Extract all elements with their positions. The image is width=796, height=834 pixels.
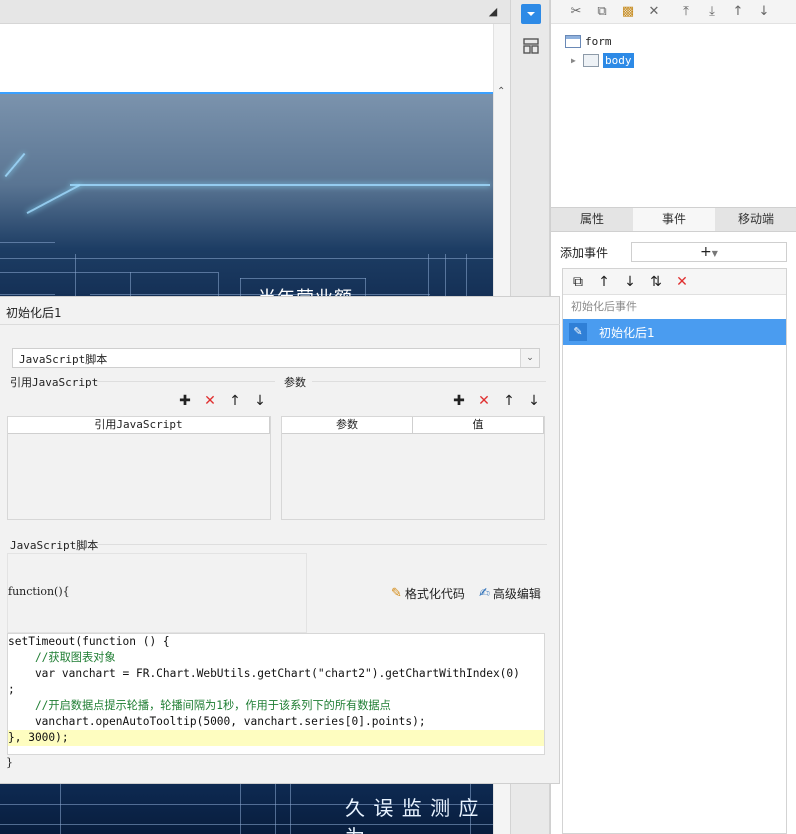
ref-js-table[interactable]: 引用JavaScript bbox=[7, 416, 271, 520]
structure-tree: form ▶ body bbox=[551, 24, 796, 204]
params-toolbar: ✚ ✕ ↑ ↓ bbox=[450, 392, 543, 410]
expand-arrow-icon[interactable]: ▶ bbox=[571, 56, 579, 65]
event-group-label: 初始化后事件 bbox=[571, 300, 637, 313]
pencil-icon[interactable]: ✎ bbox=[569, 323, 587, 341]
structure-toolbar: ✂ ⧉ ▩ ✕ ⤒ ⤓ ↑ ↓ bbox=[551, 0, 796, 24]
function-signature: function(){ bbox=[8, 585, 70, 598]
event-editor-dialog: 初始化后1 JavaScript脚本 ⌄ 引用JavaScript 参数 ✚ ✕… bbox=[0, 296, 560, 784]
event-item[interactable]: ✎ 初始化后1 bbox=[563, 319, 786, 345]
layout-icon[interactable] bbox=[521, 36, 541, 56]
plus-icon: + bbox=[700, 244, 712, 260]
tree-node-body[interactable]: ▶ body bbox=[571, 51, 634, 69]
format-code-button[interactable]: ✎ 格式化代码 bbox=[391, 585, 465, 602]
dropdown-widget-icon[interactable] bbox=[521, 4, 541, 24]
script-label: JavaScript脚本 bbox=[10, 539, 99, 552]
move-down-icon[interactable]: ↓ bbox=[525, 392, 543, 410]
advanced-edit-label: 高级编辑 bbox=[492, 587, 541, 601]
divider bbox=[312, 381, 546, 382]
canvas-top-bar: ◢ bbox=[0, 0, 510, 24]
function-close: } bbox=[6, 756, 13, 769]
params-label: 参数 bbox=[284, 376, 306, 389]
delete-icon[interactable]: ✕ bbox=[475, 392, 493, 410]
copy-icon[interactable]: ⧉ bbox=[569, 273, 587, 291]
event-list-panel: ⧉ ↑ ↓ ⇅ ✕ 初始化后事件 ✎ 初始化后1 bbox=[562, 268, 787, 834]
code-text: var vanchart = FR.Chart.WebUtils.getChar… bbox=[8, 667, 520, 680]
move-up-icon[interactable]: ↑ bbox=[595, 273, 613, 291]
move-down-icon[interactable]: ↓ bbox=[755, 3, 773, 21]
column-header: 参数 bbox=[282, 417, 413, 433]
edit-icon: ✍ bbox=[479, 586, 490, 601]
event-type-value: JavaScript脚本 bbox=[19, 353, 108, 366]
move-top-icon[interactable]: ⤒ bbox=[677, 3, 695, 21]
tree-node-form[interactable]: form bbox=[565, 32, 612, 50]
code-line: setTimeout(function () { bbox=[8, 634, 544, 650]
code-line: //开启数据点提示轮播，轮播间隔为1秒，作用于该系列下的所有数据点 bbox=[8, 698, 544, 714]
code-line: vanchart.openAutoTooltip(5000, vanchart.… bbox=[8, 714, 544, 730]
sort-icon[interactable]: ⇅ bbox=[647, 273, 665, 291]
add-event-button[interactable]: +▼ bbox=[631, 242, 787, 262]
tab-events[interactable]: 事件 bbox=[633, 208, 715, 231]
add-event-row: 添加事件 +▼ bbox=[551, 240, 796, 264]
cut-icon[interactable]: ✂ bbox=[567, 3, 585, 21]
chevron-down-icon[interactable]: ⌄ bbox=[520, 349, 539, 367]
form-icon bbox=[565, 34, 581, 48]
code-text: vanchart.openAutoTooltip(5000, vanchart.… bbox=[8, 715, 426, 728]
tab-mobile[interactable]: 移动端 bbox=[715, 208, 796, 231]
column-header: 引用JavaScript bbox=[8, 417, 270, 433]
divider bbox=[95, 381, 275, 382]
code-line: var vanchart = FR.Chart.WebUtils.getChar… bbox=[8, 666, 544, 682]
property-tabs: 属性 事件 移动端 bbox=[551, 207, 796, 232]
event-item-label: 初始化后1 bbox=[599, 325, 655, 340]
event-toolbar: ⧉ ↑ ↓ ⇅ ✕ bbox=[563, 269, 786, 295]
brush-icon: ✎ bbox=[391, 586, 402, 601]
move-bottom-icon[interactable]: ⤓ bbox=[703, 3, 721, 21]
copy-icon[interactable]: ⧉ bbox=[593, 3, 611, 21]
add-icon[interactable]: ✚ bbox=[450, 392, 468, 410]
divider bbox=[0, 324, 560, 325]
move-up-icon[interactable]: ↑ bbox=[500, 392, 518, 410]
code-text: //获取图表对象 bbox=[8, 651, 116, 664]
ref-js-label: 引用JavaScript bbox=[10, 376, 99, 389]
dashboard-bottom-text: 久 误 监 测 应 为 bbox=[345, 796, 480, 834]
format-code-label: 格式化代码 bbox=[404, 587, 465, 601]
event-type-select[interactable]: JavaScript脚本 ⌄ bbox=[12, 348, 540, 368]
code-text: }, 3000); bbox=[8, 731, 69, 744]
delete-icon[interactable]: ✕ bbox=[673, 273, 691, 291]
code-editor[interactable]: setTimeout(function () { //获取图表对象 var va… bbox=[7, 633, 545, 755]
params-table[interactable]: 参数 值 bbox=[281, 416, 545, 520]
paste-icon[interactable]: ▩ bbox=[619, 3, 637, 21]
tree-node-label: form bbox=[585, 34, 612, 48]
code-text: //开启数据点提示轮播，轮播间隔为1秒，作用于该系列下的所有数据点 bbox=[8, 699, 391, 712]
add-event-label: 添加事件 bbox=[560, 246, 609, 260]
scroll-up-icon[interactable]: ⌃ bbox=[497, 86, 505, 97]
chevron-down-icon: ▼ bbox=[711, 249, 718, 258]
move-up-icon[interactable]: ↑ bbox=[729, 3, 747, 21]
delete-icon[interactable]: ✕ bbox=[645, 3, 663, 21]
code-line: //获取图表对象 bbox=[8, 650, 544, 666]
move-down-icon[interactable]: ↓ bbox=[621, 273, 639, 291]
ref-js-toolbar: ✚ ✕ ↑ ↓ bbox=[176, 392, 269, 410]
advanced-edit-button[interactable]: ✍ 高级编辑 bbox=[479, 585, 541, 602]
delete-icon[interactable]: ✕ bbox=[201, 392, 219, 410]
body-icon bbox=[583, 53, 599, 67]
code-line: ; bbox=[8, 682, 544, 698]
column-header: 值 bbox=[413, 417, 544, 433]
code-text: ; bbox=[8, 683, 15, 696]
tree-node-label: body bbox=[603, 52, 634, 68]
code-text: setTimeout(function () { bbox=[8, 635, 170, 648]
code-line-current: }, 3000); bbox=[8, 730, 544, 746]
move-down-icon[interactable]: ↓ bbox=[251, 392, 269, 410]
move-up-icon[interactable]: ↑ bbox=[226, 392, 244, 410]
tab-properties[interactable]: 属性 bbox=[551, 208, 633, 231]
divider bbox=[97, 544, 547, 545]
dialog-title: 初始化后1 bbox=[6, 306, 62, 320]
right-panel: ✂ ⧉ ▩ ✕ ⤒ ⤓ ↑ ↓ form ▶ body 属性 事件 移动端 添加… bbox=[550, 0, 796, 834]
add-icon[interactable]: ✚ bbox=[176, 392, 194, 410]
collapse-icon[interactable]: ◢ bbox=[486, 5, 500, 19]
dashboard-preview-bottom: 久 误 监 测 应 为 bbox=[0, 784, 493, 834]
